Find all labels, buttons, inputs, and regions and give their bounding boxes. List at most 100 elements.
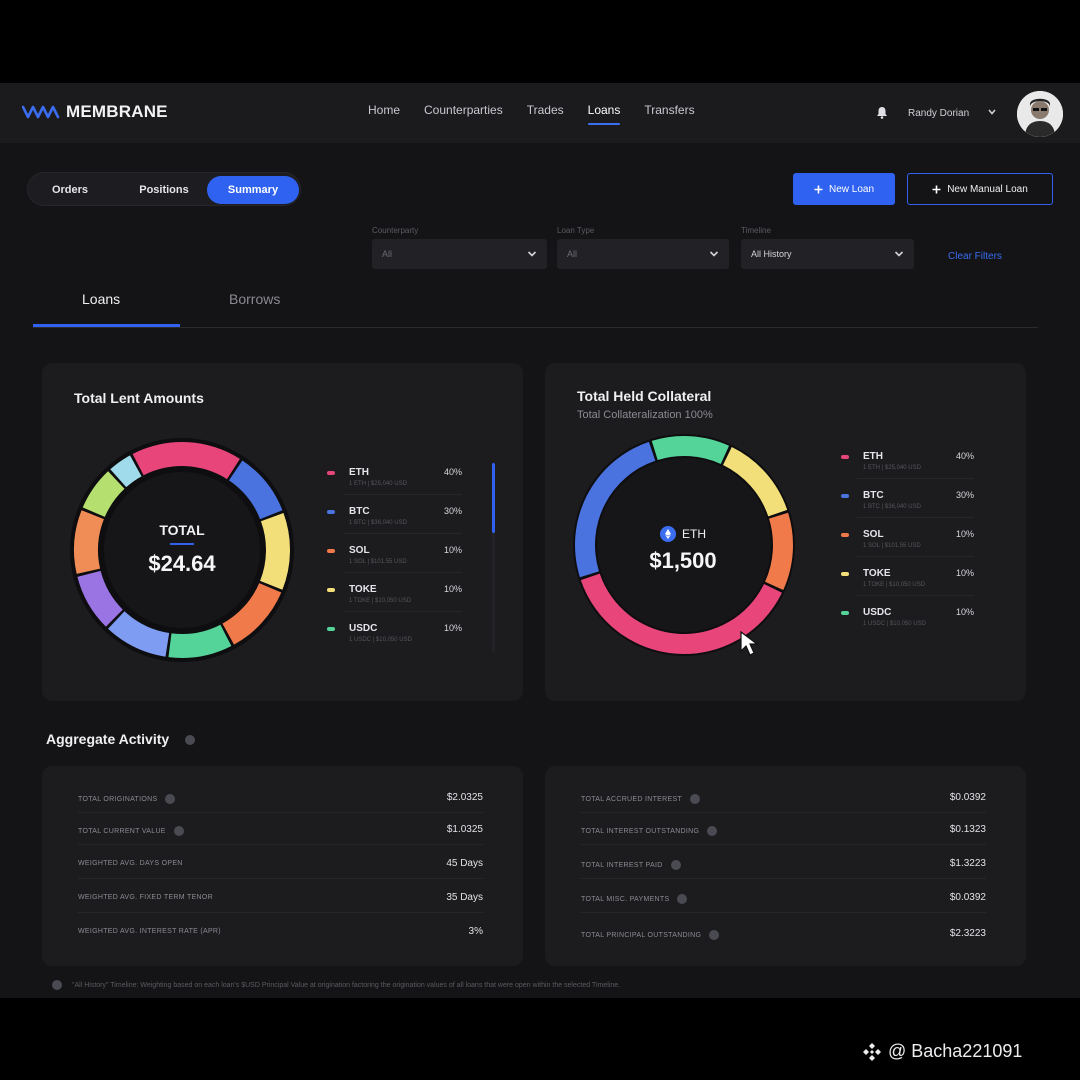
legend-item-sol[interactable]: SOL 10% 1 SOL | $101.55 USD — [841, 529, 974, 568]
legend-item-btc[interactable]: BTC 30% 1 BTC | $36,040 USD — [841, 490, 974, 529]
brand-logo[interactable]: MEMBRANE — [22, 102, 168, 122]
counterparty-select-value: All — [382, 249, 393, 259]
legend-detail: 1 BTC | $36,040 USD — [349, 520, 407, 526]
legend-item-sol[interactable]: SOL 10% 1 SOL | $101.55 USD — [327, 545, 462, 584]
legend-swatch — [841, 455, 849, 459]
legend-divider — [857, 478, 974, 479]
nav-counterparties[interactable]: Counterparties — [424, 103, 503, 117]
legend-detail: 1 ETH | $25,040 USD — [349, 481, 407, 487]
segment-positions[interactable]: Positions — [114, 176, 214, 204]
legend-item-toke[interactable]: TOKE 10% 1 TOKE | $10,050 USD — [327, 584, 462, 623]
wave-logo-icon — [22, 105, 60, 119]
metric-row: TOTAL ACCRUED INTEREST $0.0392 — [581, 792, 986, 828]
legend-item-usdc[interactable]: USDC 10% 1 USDC | $10,050 USD — [841, 607, 974, 646]
collateral-center-value: $1,500 — [649, 548, 717, 573]
chevron-down-icon — [527, 251, 537, 257]
legend-percent: 10% — [443, 545, 462, 555]
legend-percent: 30% — [443, 506, 462, 516]
legend-item-btc[interactable]: BTC 30% 1 BTC | $36,040 USD — [327, 506, 462, 545]
info-icon[interactable] — [677, 894, 688, 904]
metric-divider — [78, 912, 483, 913]
info-icon[interactable] — [165, 794, 176, 804]
legend-scrollbar-thumb[interactable] — [492, 463, 495, 533]
chevron-down-icon[interactable] — [986, 105, 998, 119]
aggregate-left-card: TOTAL ORIGINATIONS $2.0325 TOTAL CURRENT… — [42, 766, 523, 966]
legend-item-eth[interactable]: ETH 40% 1 ETH | $25,040 USD — [327, 467, 462, 506]
app-window: MEMBRANE Home Counterparties Trades Loan… — [0, 83, 1080, 998]
legend-swatch — [327, 549, 335, 553]
legend-divider — [343, 611, 462, 612]
metric-label: TOTAL PRINCIPAL OUTSTANDING — [581, 930, 720, 940]
metric-label: WEIGHTED AVG. FIXED TERM TENOR — [78, 894, 214, 901]
metric-value: 35 Days — [446, 892, 483, 903]
legend-item-eth[interactable]: ETH 40% 1 ETH | $25,040 USD — [841, 451, 974, 490]
metric-row: TOTAL INTEREST OUTSTANDING $0.1323 — [581, 824, 986, 860]
tab-borrows[interactable]: Borrows — [229, 291, 280, 307]
user-name[interactable]: Randy Dorian — [908, 108, 969, 119]
aggregate-activity-title: Aggregate Activity — [46, 731, 170, 747]
legend-scrollbar[interactable] — [492, 463, 495, 653]
loan-type-select[interactable]: All — [557, 239, 729, 269]
legend-swatch — [841, 611, 849, 615]
legend-divider — [343, 572, 462, 573]
metric-divider — [581, 912, 986, 913]
tab-loans[interactable]: Loans — [82, 291, 120, 307]
segment-orders[interactable]: Orders — [32, 176, 108, 204]
clear-filters-link[interactable]: Clear Filters — [948, 251, 1002, 262]
counterparty-select[interactable]: All — [372, 239, 547, 269]
view-segmented-control: Orders Positions Summary — [27, 172, 301, 206]
metric-label: TOTAL INTEREST PAID — [581, 860, 681, 870]
info-icon[interactable] — [709, 930, 720, 940]
loan-type-select-value: All — [567, 249, 578, 259]
legend-percent: 10% — [955, 568, 974, 578]
legend-symbol: SOL — [349, 545, 370, 556]
legend-item-toke[interactable]: TOKE 10% 1 TOKE | $10,050 USD — [841, 568, 974, 607]
metric-value: $0.1323 — [949, 824, 986, 835]
collateral-donut-center: ETH $1,500 — [633, 526, 733, 574]
cursor-arrow-icon — [740, 630, 759, 656]
total-lent-card: Total Lent Amounts TOTAL $24.64 ETH 40% … — [42, 363, 523, 701]
legend-detail: 1 USDC | $10,050 USD — [863, 621, 926, 627]
loan-type-filter-label: Loan Type — [557, 226, 595, 235]
segment-summary[interactable]: Summary — [207, 176, 299, 204]
metric-label: TOTAL MISC. PAYMENTS — [581, 894, 688, 904]
info-icon[interactable] — [707, 826, 718, 836]
metric-row: TOTAL CURRENT VALUE $1.0325 — [78, 824, 483, 860]
metric-row: WEIGHTED AVG. INTEREST RATE (APR) 3% — [78, 926, 483, 962]
avatar[interactable] — [1017, 91, 1063, 137]
bell-icon[interactable] — [876, 106, 888, 119]
legend-symbol: BTC — [349, 506, 370, 517]
watermark: @ Bacha221091 — [862, 1041, 1022, 1062]
new-manual-loan-button[interactable]: New Manual Loan — [907, 173, 1053, 205]
legend-symbol: TOKE — [863, 568, 891, 579]
info-icon[interactable] — [670, 860, 681, 870]
footnote-text: "All History" Timeline: Weighting based … — [72, 981, 621, 989]
plus-icon — [932, 185, 941, 193]
nav-loans[interactable]: Loans — [587, 103, 620, 125]
legend-swatch — [327, 471, 335, 475]
legend-detail: 1 ETH | $25,040 USD — [863, 465, 921, 471]
nav-transfers[interactable]: Transfers — [644, 103, 694, 117]
info-icon[interactable] — [185, 735, 196, 746]
metric-divider — [78, 844, 483, 845]
new-loan-label: New Loan — [828, 183, 875, 195]
timeline-select[interactable]: All History — [741, 239, 914, 269]
legend-percent: 40% — [443, 467, 462, 477]
lent-legend: ETH 40% 1 ETH | $25,040 USD BTC 30% 1 BT… — [327, 467, 462, 662]
collateral-center-asset: ETH — [633, 526, 733, 542]
lent-center-label: TOTAL — [159, 522, 205, 538]
info-icon[interactable] — [689, 794, 700, 804]
new-loan-button[interactable]: New Loan — [793, 173, 895, 205]
legend-symbol: ETH — [349, 467, 369, 478]
legend-item-usdc[interactable]: USDC 10% 1 USDC | $10,050 USD — [327, 623, 462, 662]
legend-detail: 1 TOKE | $10,050 USD — [349, 598, 412, 604]
collateral-legend: ETH 40% 1 ETH | $25,040 USD BTC 30% 1 BT… — [841, 451, 974, 646]
user-portrait-icon — [1017, 91, 1063, 137]
legend-swatch — [841, 494, 849, 498]
nav-trades[interactable]: Trades — [527, 103, 564, 117]
legend-swatch — [327, 510, 335, 514]
info-icon[interactable] — [173, 826, 184, 836]
legend-detail: 1 USDC | $10,050 USD — [349, 637, 412, 643]
nav-home[interactable]: Home — [368, 103, 400, 117]
lent-center-value: $24.64 — [148, 551, 216, 576]
